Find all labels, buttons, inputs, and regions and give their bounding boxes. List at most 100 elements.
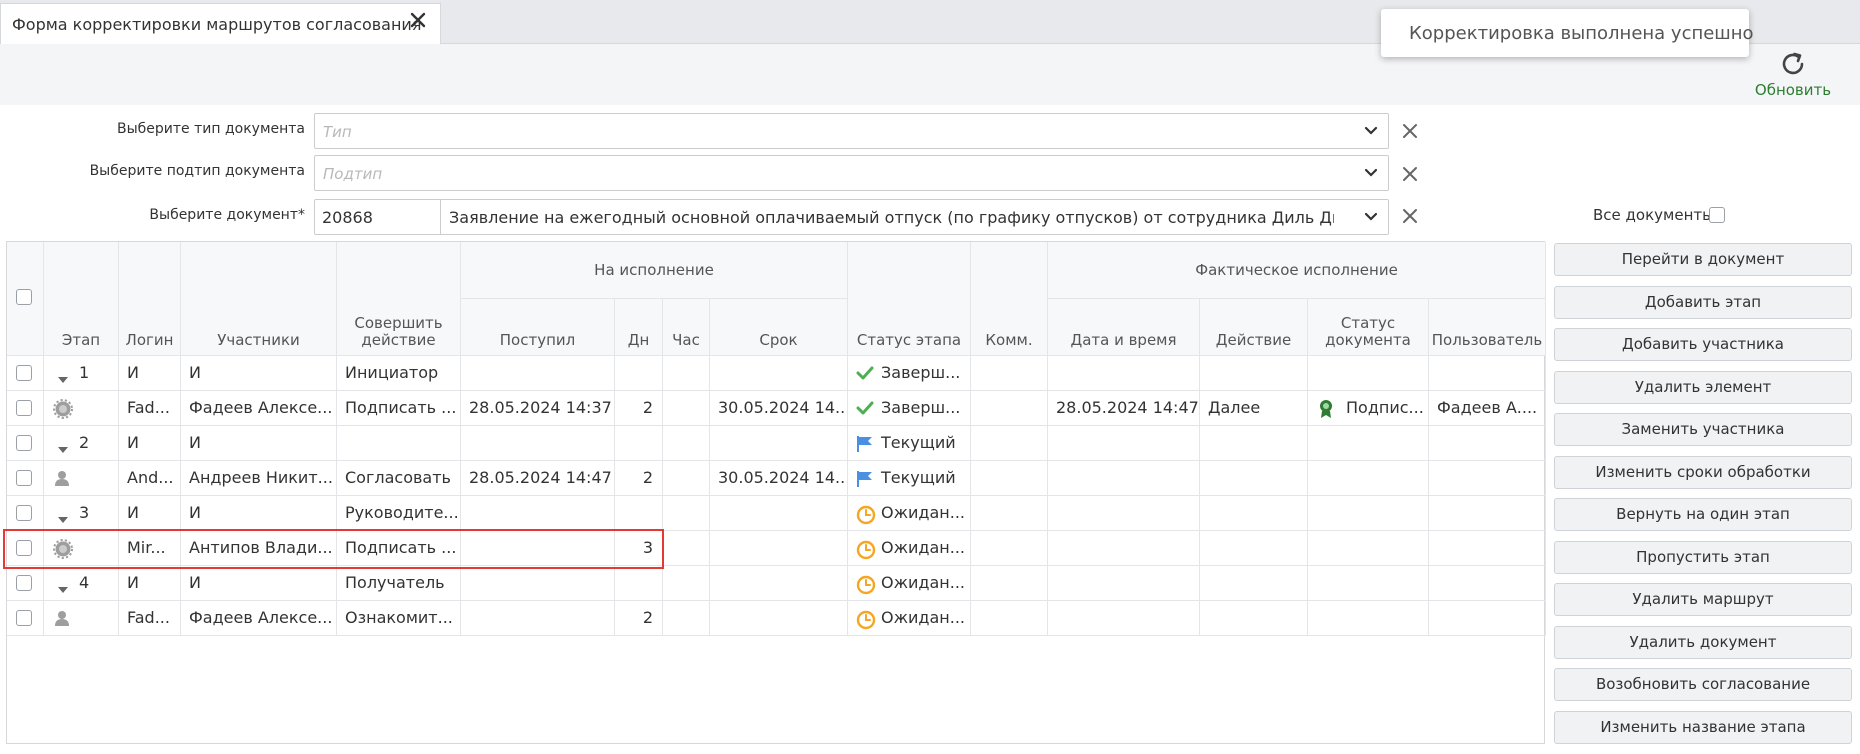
row-checkbox[interactable]: [16, 610, 32, 626]
action-button[interactable]: Добавить этап: [1554, 285, 1852, 319]
cell-text: Антипов Влади...: [189, 538, 333, 557]
cell-comm: [971, 601, 1048, 636]
header-login[interactable]: Логин: [119, 242, 181, 356]
chevron-down-icon[interactable]: [1364, 126, 1378, 136]
action-button[interactable]: Добавить участника: [1554, 328, 1852, 361]
row-checkbox[interactable]: [16, 435, 32, 451]
action-button[interactable]: Удалить элемент: [1554, 370, 1852, 404]
document-select[interactable]: 20868 Заявление на ежегодный основной оп…: [314, 199, 1389, 235]
cell-comm: [971, 426, 1048, 461]
cell-act: [1200, 426, 1308, 461]
cell-text: 2: [642, 468, 653, 487]
select-all-checkbox[interactable]: [16, 289, 32, 305]
refresh-button[interactable]: Обновить: [1750, 50, 1836, 102]
header-deadline[interactable]: Срок: [710, 299, 848, 356]
action-button[interactable]: Перейти в документ: [1554, 243, 1852, 276]
cell-doc_status: [1308, 356, 1429, 391]
cell-datetime: [1048, 531, 1200, 566]
cell-hours: [663, 601, 710, 636]
row-checkbox[interactable]: [16, 540, 32, 556]
cell-act: [1200, 566, 1308, 601]
header-comm[interactable]: Комм.: [971, 242, 1048, 356]
cell-participant: И: [181, 496, 337, 531]
stage-status: Ожидан...: [881, 503, 965, 522]
cell-hours: [663, 531, 710, 566]
header-select-cell: [7, 242, 44, 356]
cell-act: [1200, 461, 1308, 496]
cell-sel: [7, 496, 44, 531]
header-received[interactable]: Поступил: [461, 299, 615, 356]
doc-type-label: Выберите тип документа: [116, 121, 305, 137]
cell-text: Инициатор: [345, 363, 439, 382]
header-hours[interactable]: Час: [663, 299, 710, 356]
header-datetime[interactable]: Дата и время: [1048, 299, 1200, 356]
action-button[interactable]: Возобновить согласование: [1554, 668, 1852, 701]
cell-user: [1429, 426, 1546, 461]
cell-deadline: 30.05.2024 14...: [710, 391, 848, 426]
cell-received: [461, 356, 615, 391]
header-stage[interactable]: Этап: [44, 242, 119, 356]
cell-login: И: [119, 496, 181, 531]
action-button[interactable]: Вернуть на один этап: [1554, 498, 1852, 531]
action-button[interactable]: Удалить маршрут: [1554, 583, 1852, 616]
action-button[interactable]: Удалить документ: [1554, 625, 1852, 659]
row-checkbox[interactable]: [16, 470, 32, 486]
row-checkbox[interactable]: [16, 505, 32, 521]
header-action[interactable]: Совершить действие: [337, 242, 461, 356]
cell-doc_status: Подпис...: [1308, 391, 1429, 426]
stage-number: 4: [79, 573, 90, 592]
action-button[interactable]: Изменить сроки обработки: [1554, 455, 1852, 489]
cell-text: 2: [642, 398, 653, 417]
doc-subtype-label: Выберите подтип документа: [89, 163, 305, 179]
clock-icon: [856, 540, 876, 564]
clear-document-icon[interactable]: [1402, 208, 1418, 224]
header-days[interactable]: Дн: [615, 299, 663, 356]
caret-down-icon[interactable]: [57, 439, 69, 458]
action-button[interactable]: Заменить участника: [1554, 413, 1852, 446]
header-status[interactable]: Статус этапа: [848, 242, 971, 356]
cell-text: И: [189, 573, 201, 592]
row-checkbox[interactable]: [16, 400, 32, 416]
cell-status: Ожидан...: [848, 531, 971, 566]
action-button[interactable]: Изменить название этапа: [1554, 710, 1852, 744]
row-checkbox[interactable]: [16, 365, 32, 381]
cell-status: Текущий: [848, 426, 971, 461]
clear-doc-type-icon[interactable]: [1402, 123, 1418, 139]
cell-days: [615, 426, 663, 461]
header-participant[interactable]: Участники: [181, 242, 337, 356]
close-icon[interactable]: [409, 11, 427, 29]
cell-text: 28.05.2024 14:47: [469, 468, 612, 487]
all-documents-checkbox[interactable]: [1709, 207, 1725, 223]
cell-participant: Фадеев Алексе...: [181, 391, 337, 426]
tab-route-correction[interactable]: Форма корректировки маршрутов согласован…: [0, 3, 441, 44]
caret-down-icon[interactable]: [57, 369, 69, 388]
header-user[interactable]: Пользователь: [1429, 299, 1546, 356]
cell-text: И: [189, 433, 201, 452]
header-doc_status[interactable]: Статус документа: [1308, 299, 1429, 356]
doc-type-select[interactable]: Тип: [314, 113, 1389, 149]
cell-text: Ознакомит...: [345, 608, 453, 627]
row-checkbox[interactable]: [16, 575, 32, 591]
cell-doc_status: [1308, 461, 1429, 496]
stage-number: 3: [79, 503, 90, 522]
clock-icon: [856, 575, 876, 599]
cell-status: Ожидан...: [848, 496, 971, 531]
chevron-down-icon[interactable]: [1364, 212, 1378, 222]
cell-comm: [971, 496, 1048, 531]
caret-down-icon[interactable]: [57, 509, 69, 528]
doc-subtype-select[interactable]: Подтип: [314, 155, 1389, 191]
cell-received: [461, 601, 615, 636]
action-button[interactable]: Пропустить этап: [1554, 540, 1852, 574]
cell-deadline: 30.05.2024 14...: [710, 461, 848, 496]
header-act[interactable]: Действие: [1200, 299, 1308, 356]
cell-act: [1200, 496, 1308, 531]
caret-down-icon[interactable]: [57, 579, 69, 598]
cell-text: Далее: [1208, 398, 1261, 417]
cell-participant: Антипов Влади...: [181, 531, 337, 566]
chevron-down-icon[interactable]: [1364, 168, 1378, 178]
stage-status: Текущий: [881, 468, 956, 487]
document-id[interactable]: 20868: [315, 200, 441, 234]
cell-text: И: [127, 503, 139, 522]
clear-doc-subtype-icon[interactable]: [1402, 166, 1418, 182]
cell-sel: [7, 566, 44, 601]
